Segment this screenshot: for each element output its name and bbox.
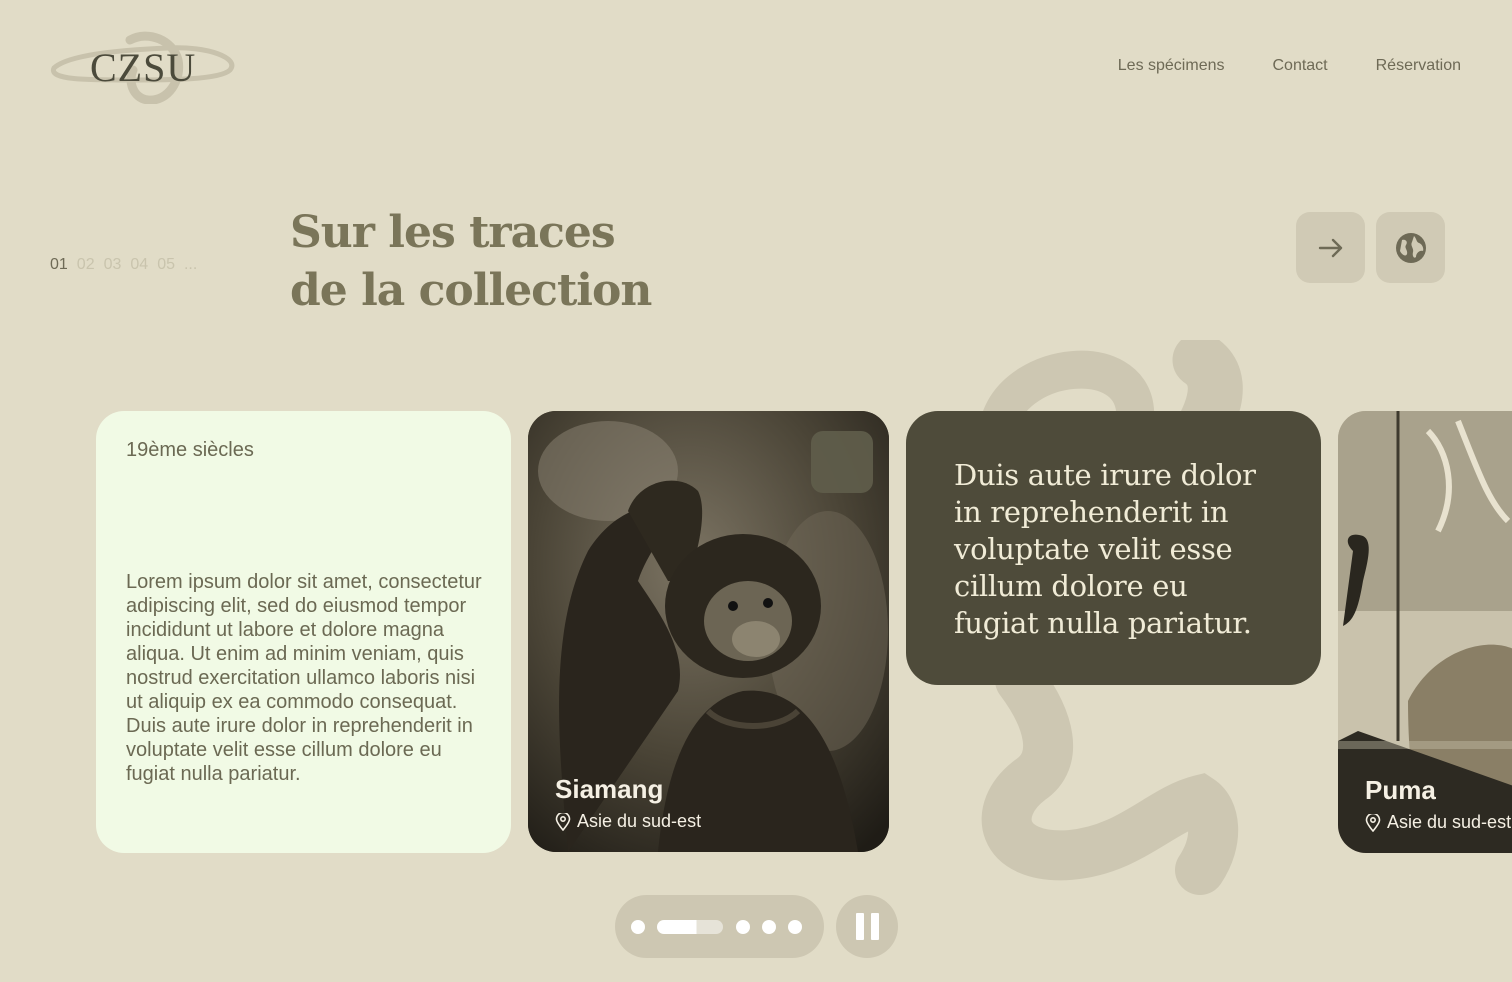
photo-caption: Siamang Asie du sud-est	[555, 774, 701, 832]
main-nav: Les spécimens Contact Réservation	[1118, 57, 1461, 75]
specimen-card-siamang[interactable]: Siamang Asie du sud-est	[528, 411, 889, 852]
logo-text: CZSU	[90, 45, 197, 90]
carousel-dot-3[interactable]	[736, 919, 750, 934]
specimen-location-text: Asie du sud-est	[577, 811, 702, 831]
pager-item-03[interactable]: 03	[104, 256, 122, 274]
text-card[interactable]: 19ème siècles Lorem ipsum dolor sit amet…	[96, 411, 511, 853]
specimen-location-puma: Asie du sud-est	[1365, 812, 1511, 833]
era-label: 19ème siècles	[126, 439, 254, 461]
specimen-location: Asie du sud-est	[555, 811, 701, 832]
carousel-dot-5[interactable]	[788, 919, 802, 934]
globe-icon	[1395, 232, 1426, 263]
pause-icon-bar-right	[870, 913, 879, 940]
pager-item-01[interactable]: 01	[50, 256, 68, 274]
section-pager: 01 02 03 04 05 ...	[50, 256, 197, 274]
page-title-line-1: Sur les traces	[290, 207, 616, 258]
carousel-dot-4[interactable]	[762, 919, 776, 934]
location-pin-icon	[1365, 813, 1381, 832]
logo[interactable]: CZSU	[48, 30, 238, 104]
nav-link-contact[interactable]: Contact	[1272, 57, 1327, 75]
next-button[interactable]	[1296, 212, 1365, 283]
pager-item-02[interactable]: 02	[77, 256, 95, 274]
specimen-location-text-puma: Asie du sud-est	[1387, 812, 1512, 832]
card-description: Lorem ipsum dolor sit amet, consectetur …	[126, 571, 482, 785]
page-title-line-2: de la collection	[290, 265, 652, 316]
specimen-name-puma: Puma	[1365, 775, 1436, 805]
carousel-progress-active[interactable]	[657, 919, 723, 934]
photo-caption-puma: Puma Asie du sud-est	[1365, 775, 1511, 833]
pager-item-05[interactable]: 05	[157, 256, 175, 274]
pager-item-04[interactable]: 04	[130, 256, 148, 274]
pager-item-more[interactable]: ...	[184, 256, 197, 274]
page-title: Sur les traces de la collection	[290, 204, 652, 320]
location-pin-icon	[555, 812, 571, 831]
favorite-badge[interactable]	[811, 431, 873, 493]
pause-icon-bar-left	[855, 913, 864, 940]
carousel-dot-1[interactable]	[631, 919, 645, 934]
specimen-card-puma[interactable]: Puma Asie du sud-est	[1338, 411, 1512, 853]
nav-link-reservation[interactable]: Réservation	[1376, 57, 1461, 75]
quote-text: Duis aute irure dolor in reprehenderit i…	[954, 458, 1256, 640]
arrow-right-icon	[1318, 238, 1342, 257]
quote-card[interactable]: Duis aute irure dolor in reprehenderit i…	[906, 411, 1321, 685]
carousel-indicators	[615, 895, 824, 958]
specimen-name: Siamang	[555, 774, 664, 804]
nav-link-specimens[interactable]: Les spécimens	[1118, 57, 1225, 75]
pause-button[interactable]	[836, 895, 898, 958]
globe-button[interactable]	[1376, 212, 1445, 283]
